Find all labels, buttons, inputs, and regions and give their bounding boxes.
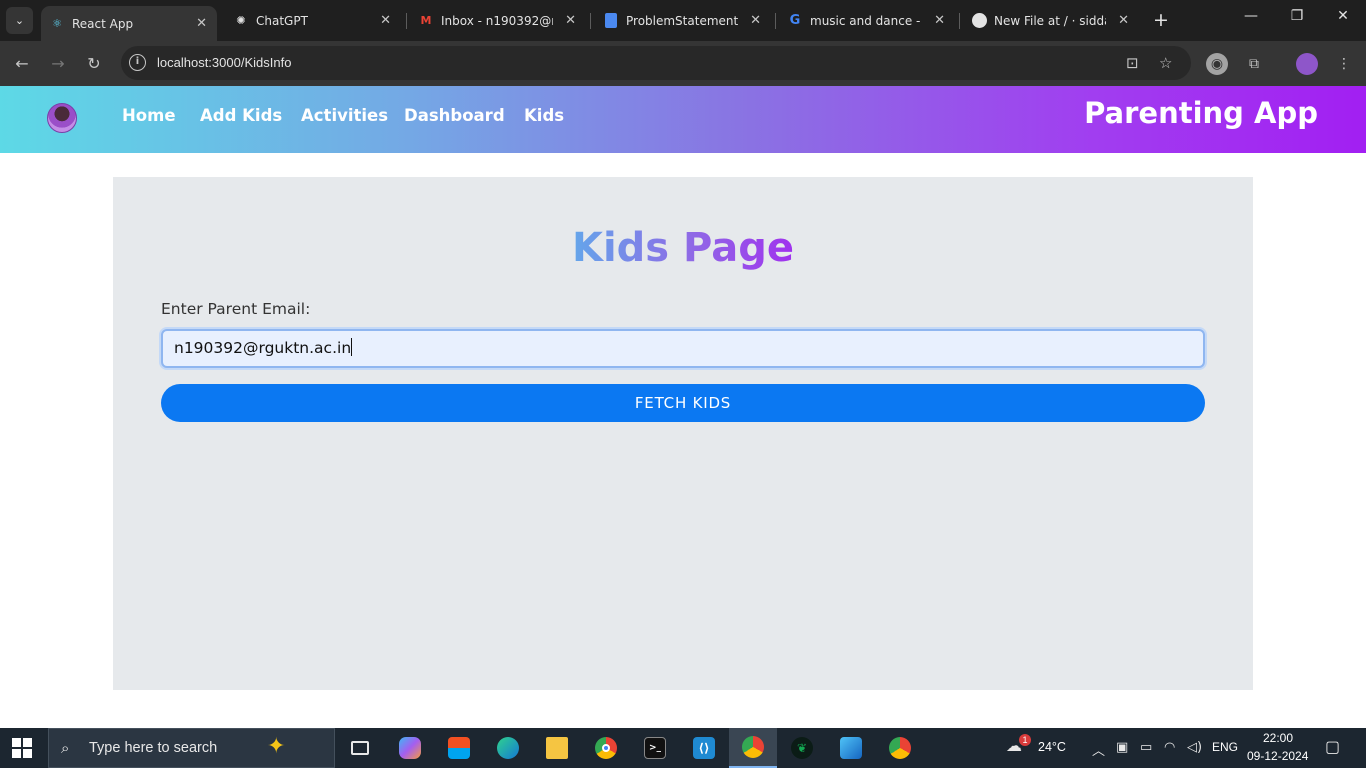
reload-icon[interactable]: ↻	[82, 52, 106, 76]
tab-separator	[775, 13, 776, 29]
clock-time[interactable]: 22:00	[1263, 731, 1293, 745]
close-window-icon[interactable]: ✕	[1328, 8, 1358, 24]
file-explorer-icon[interactable]	[533, 728, 581, 768]
kids-page-card: Kids Page Enter Parent Email: n190392@rg…	[113, 177, 1253, 690]
notifications-icon[interactable]: ▢	[1325, 737, 1340, 756]
chrome-profile-app-icon[interactable]	[729, 728, 777, 768]
clock-date[interactable]: 09-12-2024	[1247, 749, 1308, 763]
tab-title: ProblemStatement_III	[626, 13, 738, 28]
url-text[interactable]: localhost:3000/KidsInfo	[157, 55, 291, 70]
tab-problem-statement[interactable]: ProblemStatement_III ✕	[595, 0, 771, 41]
tab-chatgpt[interactable]: ✺ ChatGPT ✕	[225, 0, 401, 41]
search-placeholder: Type here to search	[89, 740, 218, 756]
tab-title: ChatGPT	[256, 13, 308, 28]
app-navbar: Home Add Kids Activities Dashboard Kids …	[0, 86, 1366, 153]
brand-title: Parenting App	[1084, 96, 1318, 130]
back-arrow-icon[interactable]: ←	[10, 52, 34, 76]
nav-add-kids-link[interactable]: Add Kids	[200, 106, 282, 125]
meet-now-icon[interactable]: ▣	[1116, 740, 1128, 755]
tab-title: Inbox - n190392@rgu	[441, 13, 553, 28]
battery-icon[interactable]: ▭	[1140, 740, 1152, 755]
restore-icon[interactable]: ❐	[1282, 8, 1312, 24]
minimize-icon[interactable]: —	[1236, 8, 1266, 24]
tab-react-app[interactable]: ⚛ React App ✕	[41, 6, 217, 41]
taskbar-search-box[interactable]: ⌕ Type here to search ✦	[48, 728, 335, 768]
fetch-kids-button[interactable]: FETCH KIDS	[161, 384, 1205, 422]
forward-arrow-icon[interactable]: →	[46, 52, 70, 76]
browser-tab-strip: ⌄ ⚛ React App ✕ ✺ ChatGPT ✕ M Inbox - n1…	[0, 0, 1366, 41]
site-info-icon[interactable]: i	[129, 54, 146, 71]
close-tab-icon[interactable]: ✕	[196, 16, 207, 31]
weather-badge: 1	[1019, 734, 1031, 746]
edge-browser-icon[interactable]	[484, 728, 532, 768]
tab-separator	[406, 13, 407, 29]
close-tab-icon[interactable]: ✕	[565, 13, 576, 28]
tab-separator	[590, 13, 591, 29]
search-icon: ⌕	[61, 739, 70, 757]
google-icon: G	[789, 13, 801, 28]
task-view-icon[interactable]	[336, 728, 384, 768]
close-tab-icon[interactable]: ✕	[934, 13, 945, 28]
page-title: Kids Page	[113, 225, 1253, 271]
copilot-app-icon[interactable]	[386, 728, 434, 768]
profile-avatar-icon[interactable]	[1296, 53, 1318, 75]
wifi-icon[interactable]: ◠	[1164, 740, 1175, 755]
gmail-icon: M	[420, 14, 432, 27]
text-caret	[351, 338, 353, 356]
microsoft-store-icon[interactable]	[435, 728, 483, 768]
parent-email-input[interactable]: n190392@rguktn.ac.in	[161, 329, 1205, 368]
tab-github[interactable]: New File at / · siddarc ✕	[963, 0, 1139, 41]
volume-icon[interactable]: ◁)	[1187, 740, 1202, 755]
nav-kids-link[interactable]: Kids	[524, 106, 564, 125]
weather-temperature[interactable]: 24°C	[1038, 740, 1066, 754]
show-hidden-icons-chevron-icon[interactable]: ︿	[1092, 740, 1105, 759]
bookmark-star-icon[interactable]: ☆	[1159, 54, 1172, 72]
react-icon: ⚛	[52, 17, 62, 30]
windows-start-icon[interactable]	[12, 738, 32, 758]
tab-title: music and dance - Go	[810, 13, 922, 28]
extensions-puzzle-icon[interactable]: ⧉	[1243, 53, 1265, 75]
page-title-text: Kids Page	[571, 225, 795, 271]
tab-google-search[interactable]: G music and dance - Go ✕	[779, 0, 955, 41]
incognito-profile-icon[interactable]: ◉	[1206, 53, 1228, 75]
email-field-label: Enter Parent Email:	[161, 300, 311, 318]
mongodb-compass-icon[interactable]: ❦	[778, 728, 826, 768]
install-app-icon[interactable]: ⊡	[1126, 54, 1139, 72]
windows-taskbar: ⌕ Type here to search ✦ >_ ⟨⟩ ❦ ☁ 1 24°C…	[0, 728, 1366, 768]
browser-toolbar: ← → ↻ i localhost:3000/KidsInfo ⊡ ☆ ◉ ⧉ …	[0, 41, 1366, 86]
tab-search-chevron-icon[interactable]: ⌄	[6, 7, 33, 34]
copilot-sparkle-icon: ✦	[267, 734, 286, 759]
chatgpt-icon: ✺	[236, 14, 246, 27]
chrome-app-icon[interactable]	[582, 728, 630, 768]
github-icon	[971, 13, 987, 29]
terminal-app-icon[interactable]: >_	[631, 728, 679, 768]
address-bar[interactable]: i localhost:3000/KidsInfo ⊡ ☆	[121, 46, 1191, 80]
user-avatar[interactable]	[47, 103, 77, 133]
tab-title: React App	[72, 16, 134, 31]
nav-dashboard-link[interactable]: Dashboard	[404, 106, 505, 125]
tab-separator	[959, 13, 960, 29]
nav-activities-link[interactable]: Activities	[301, 106, 388, 125]
close-tab-icon[interactable]: ✕	[380, 13, 391, 28]
nav-home-link[interactable]: Home	[122, 106, 176, 125]
close-tab-icon[interactable]: ✕	[750, 13, 761, 28]
close-tab-icon[interactable]: ✕	[1118, 13, 1129, 28]
docs-icon	[603, 13, 619, 29]
tab-title: New File at / · siddarc	[994, 13, 1106, 28]
language-indicator[interactable]: ENG	[1212, 740, 1238, 754]
tab-gmail-inbox[interactable]: M Inbox - n190392@rgu ✕	[410, 0, 586, 41]
new-tab-plus-icon[interactable]: +	[1150, 9, 1172, 31]
vscode-app-icon[interactable]: ⟨⟩	[680, 728, 728, 768]
email-input-value: n190392@rguktn.ac.in	[174, 339, 352, 357]
chrome-menu-icon[interactable]: ⋮	[1333, 53, 1355, 75]
photos-app-icon[interactable]	[827, 728, 875, 768]
chrome-secondary-app-icon[interactable]	[876, 728, 924, 768]
